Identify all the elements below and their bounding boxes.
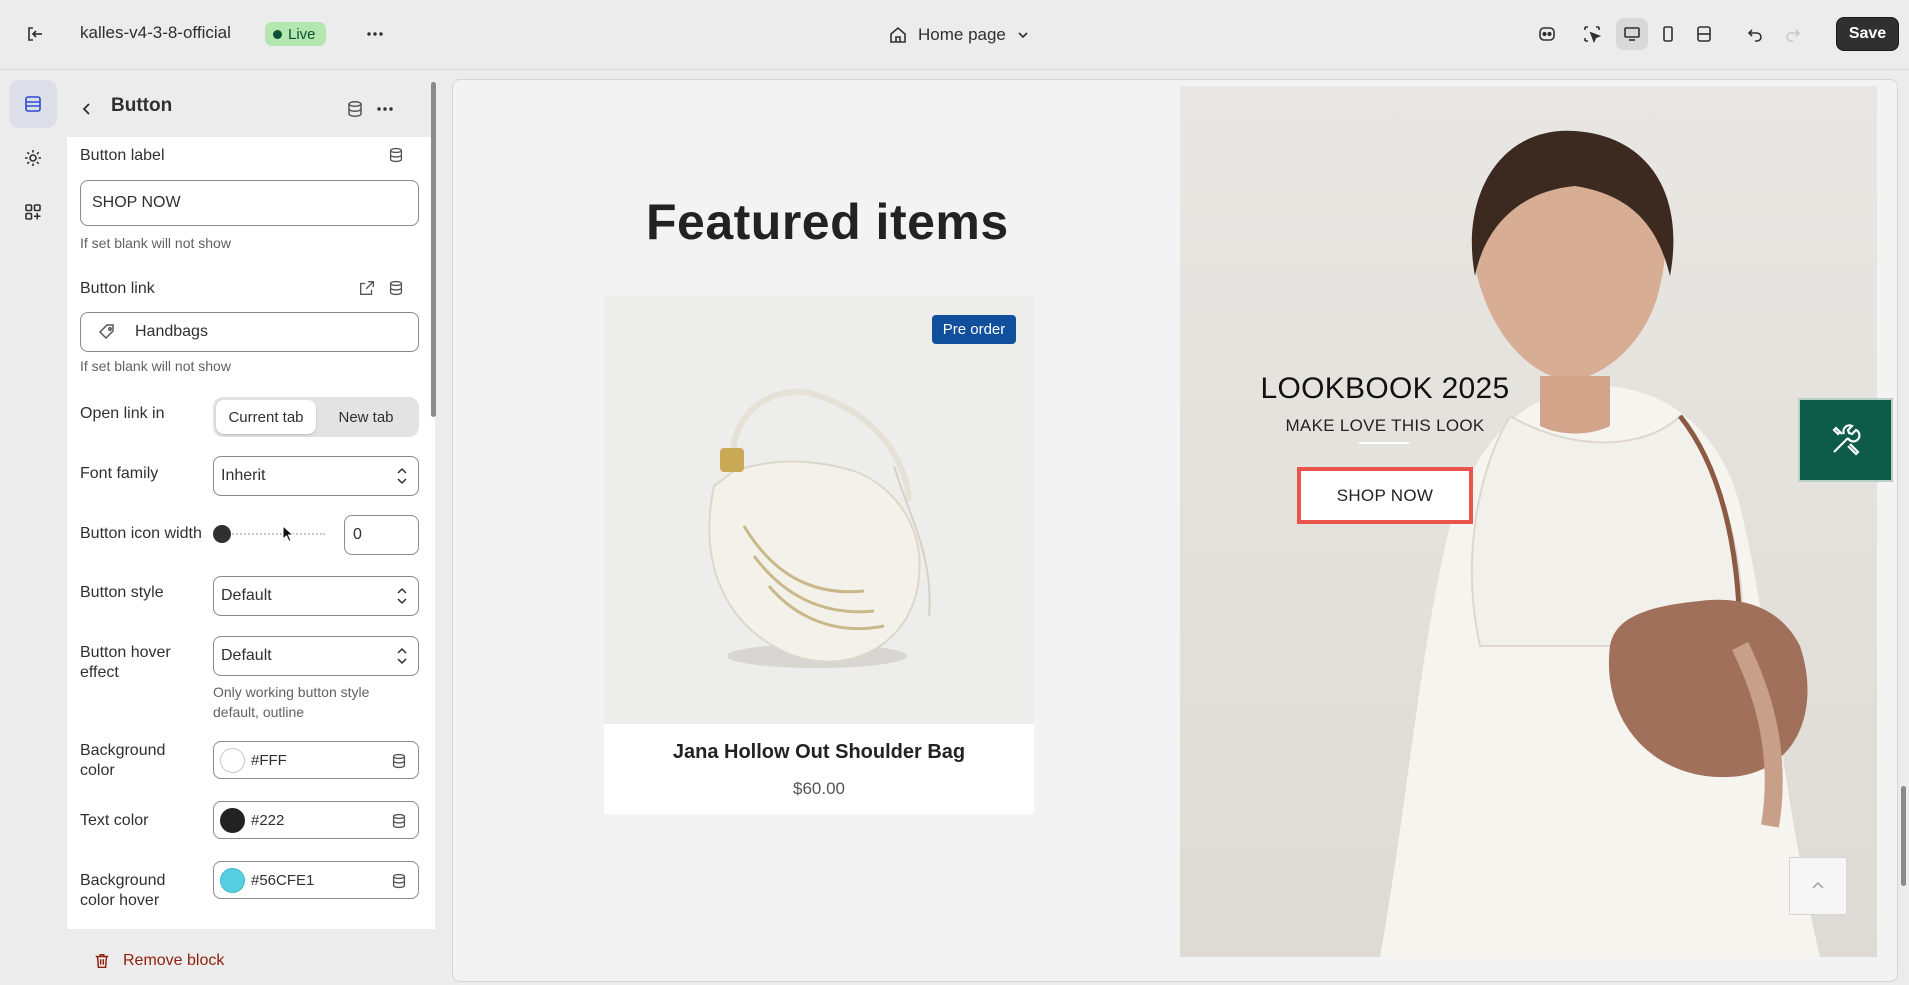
fullscreen-view-icon[interactable] <box>1688 18 1720 50</box>
button-icon-width-input[interactable]: 0 <box>344 515 419 555</box>
select-chevron-icon <box>397 647 407 665</box>
dynamic-source-icon[interactable] <box>390 812 408 830</box>
block-settings-panel: Button Button label SHOP NOW If set blan… <box>67 80 436 985</box>
button-link-hint: If set blank will not show <box>80 358 231 374</box>
editor-rail <box>0 71 66 985</box>
button-label-input[interactable]: SHOP NOW <box>80 180 419 226</box>
status-badge: Live <box>265 22 326 46</box>
product-name[interactable]: Jana Hollow Out Shoulder Bag <box>604 741 1034 764</box>
redo-icon[interactable] <box>1777 18 1809 50</box>
editor-topbar: kalles-v4-3-8-official Live Home page Sa… <box>0 0 1909 70</box>
open-link-in-toggle: Current tab New tab <box>213 397 419 437</box>
background-color-hover-swatch[interactable] <box>220 867 245 893</box>
apps-icon[interactable] <box>9 188 57 236</box>
undo-icon[interactable] <box>1739 18 1771 50</box>
tools-icon <box>1831 424 1860 456</box>
button-icon-width-slider[interactable] <box>213 524 333 544</box>
select-chevron-icon <box>397 587 407 605</box>
chevron-down-icon <box>1018 32 1028 39</box>
ai-assistant-icon[interactable] <box>1531 18 1563 50</box>
font-family-label: Font family <box>80 465 159 482</box>
new-tab-option[interactable]: New tab <box>316 400 416 434</box>
lookbook-title: LOOKBOOK 2025 <box>1260 372 1510 405</box>
button-hover-effect-label: Button hover effect <box>80 644 171 681</box>
button-hover-effect-hint: Only working button style default, outli… <box>213 684 370 720</box>
button-icon-width-label: Button icon width <box>80 525 202 542</box>
background-color-hover-input[interactable]: #56CFE1 <box>213 861 419 899</box>
button-hover-effect-select[interactable]: Default <box>213 636 419 676</box>
page-selector-label: Home page <box>918 25 1006 44</box>
current-tab-option[interactable]: Current tab <box>216 400 316 434</box>
background-color-label: Background color <box>80 742 166 779</box>
pre-order-badge: Pre order <box>932 315 1016 344</box>
product-price: $60.00 <box>793 779 845 798</box>
live-dot-icon <box>273 29 282 39</box>
dynamic-source-icon[interactable] <box>390 752 408 770</box>
product-card[interactable] <box>604 296 1034 814</box>
mobile-view-icon[interactable] <box>1652 18 1684 50</box>
back-arrow-icon[interactable] <box>71 93 103 125</box>
button-label-source-icon[interactable] <box>387 146 405 169</box>
lookbook-subtitle: MAKE LOVE THIS LOOK <box>1285 416 1485 435</box>
tag-icon <box>98 324 114 340</box>
text-color-input[interactable]: #222 <box>213 801 419 839</box>
lookbook-divider <box>1359 442 1409 444</box>
viewport-switcher <box>1616 18 1720 52</box>
sections-icon[interactable] <box>9 80 57 128</box>
exit-icon[interactable] <box>19 18 51 50</box>
background-color-value: #FFF <box>251 751 287 769</box>
background-color-input[interactable]: #FFF <box>213 741 419 779</box>
chevron-up-icon <box>1812 881 1824 889</box>
tools-floating-button[interactable] <box>1798 398 1893 482</box>
page-selector[interactable]: Home page <box>888 20 1030 50</box>
remove-block-label: Remove block <box>123 952 225 969</box>
button-hover-effect-value: Default <box>221 647 272 664</box>
featured-items-heading: Featured items <box>646 194 1009 250</box>
home-icon <box>890 26 906 43</box>
panel-title: Button <box>111 95 173 116</box>
button-label-hint: If set blank will not show <box>80 235 231 251</box>
dynamic-source-icon[interactable] <box>339 93 371 125</box>
button-style-select[interactable]: Default <box>213 576 419 616</box>
open-link-in-label: Open link in <box>80 405 165 422</box>
preview-scrollbar[interactable] <box>1901 786 1906 886</box>
font-family-select[interactable]: Inherit <box>213 456 419 496</box>
button-link-value: Handbags <box>135 323 208 340</box>
font-family-value: Inherit <box>221 467 266 484</box>
button-style-value: Default <box>221 587 272 604</box>
text-color-value: #222 <box>251 811 285 829</box>
save-button[interactable]: Save <box>1836 17 1899 51</box>
select-chevron-icon <box>397 467 407 485</box>
mouse-cursor-icon <box>282 525 294 543</box>
dynamic-source-icon[interactable] <box>390 872 408 890</box>
button-style-label: Button style <box>80 584 164 601</box>
shop-now-button[interactable]: SHOP NOW <box>1297 467 1473 524</box>
panel-more-icon[interactable] <box>369 93 401 125</box>
lookbook-banner-image <box>1180 86 1877 957</box>
scroll-to-top-button[interactable] <box>1789 857 1847 915</box>
background-color-hover-value: #56CFE1 <box>251 871 315 889</box>
background-color-swatch[interactable] <box>220 747 245 773</box>
panel-header: Button <box>67 80 435 138</box>
status-badge-label: Live <box>288 25 316 43</box>
remove-block-button[interactable]: Remove block <box>93 952 224 970</box>
trash-icon <box>95 953 109 969</box>
text-color-label: Text color <box>80 812 149 829</box>
slider-handle[interactable] <box>213 525 231 543</box>
product-image[interactable] <box>604 296 1034 724</box>
panel-body: Button label SHOP NOW If set blank will … <box>67 137 435 929</box>
panel-scrollbar[interactable] <box>431 82 436 417</box>
button-link-heading: Button link <box>80 280 155 297</box>
background-color-hover-label: Background color hover <box>80 872 166 909</box>
desktop-view-icon[interactable] <box>1616 18 1648 50</box>
open-external-icon[interactable] <box>358 279 376 302</box>
button-link-source-icon[interactable] <box>387 279 405 302</box>
more-options-icon[interactable] <box>359 18 391 50</box>
button-label-heading: Button label <box>80 147 165 164</box>
store-name: kalles-v4-3-8-official <box>80 23 231 42</box>
button-link-input[interactable]: Handbags <box>80 312 419 352</box>
settings-gear-icon[interactable] <box>9 134 57 182</box>
inspector-icon[interactable] <box>1576 18 1608 50</box>
text-color-swatch[interactable] <box>220 807 245 833</box>
